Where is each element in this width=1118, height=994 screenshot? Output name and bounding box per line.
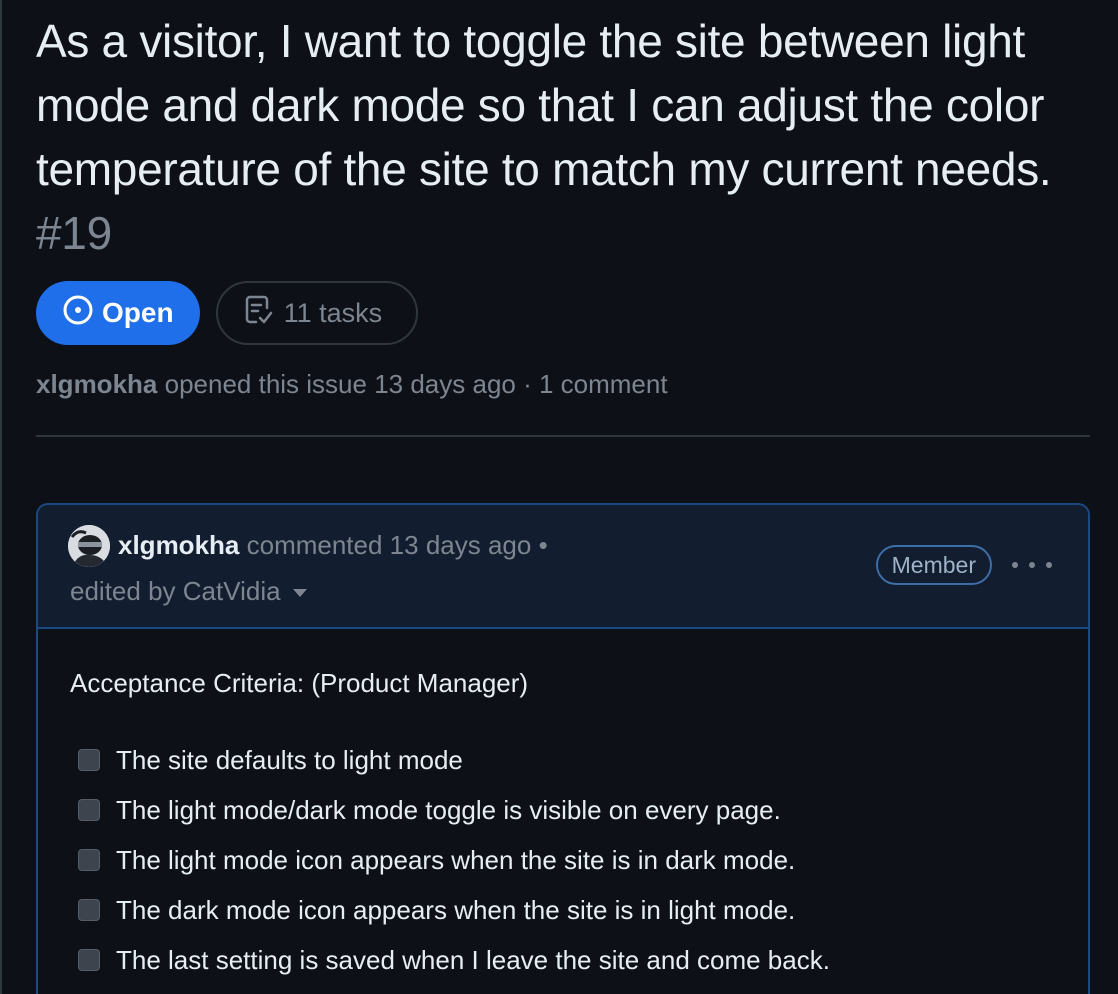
list-item: The site defaults to light mode [70,735,1056,785]
kebab-horizontal-icon[interactable] [1012,553,1052,577]
issue-meta-row: Open 11 tasks [36,281,1090,345]
list-item: The dark mode icon appears when the site… [70,885,1056,935]
state-label: Open [102,297,174,328]
comment-body: Acceptance Criteria: (Product Manager) T… [38,629,1088,985]
task-checkbox[interactable] [78,749,100,771]
comment-author-link[interactable]: xlgmokha [118,530,239,560]
role-badge: Member [875,545,992,585]
task-checkbox[interactable] [78,949,100,971]
task-label: The site defaults to light mode [116,744,463,775]
list-item: The light mode icon appears when the sit… [70,835,1056,885]
issue-number: #19 [36,207,112,259]
task-label: The last setting is saved when I leave t… [116,944,830,975]
task-label: The light mode icon appears when the sit… [116,844,796,875]
checklist-icon [244,294,284,333]
state-badge: Open [36,281,200,345]
issue-title-text: As a visitor, I want to toggle the site … [36,15,1052,195]
task-checkbox[interactable] [78,799,100,821]
issue-title: As a visitor, I want to toggle the site … [36,0,1090,265]
task-checkbox[interactable] [78,899,100,921]
tasks-button[interactable]: 11 tasks [215,281,419,345]
list-item: The last setting is saved when I leave t… [70,935,1056,985]
tasks-label: 11 tasks [283,297,383,328]
task-label: The light mode/dark mode toggle is visib… [116,794,781,825]
comment-meta: xlgmokha commented 13 days ago • [118,525,548,565]
issue-opened-text: opened this issue 13 days ago · 1 commen… [164,369,668,399]
chevron-down-icon [292,589,307,598]
issue-page: As a visitor, I want to toggle the site … [36,0,1090,994]
issue-byline: xlgmokha opened this issue 13 days ago ·… [36,367,1090,401]
edited-by-label: edited by CatVidia [70,576,281,606]
comment-header: xlgmokha commented 13 days ago • edited … [38,505,1088,629]
comment-time: commented 13 days ago • [246,530,548,560]
task-label: The dark mode icon appears when the site… [116,894,796,925]
acceptance-criteria-title: Acceptance Criteria: (Product Manager) [70,668,529,698]
list-item: The light mode/dark mode toggle is visib… [70,785,1056,835]
left-border [0,0,2,994]
comment-card: xlgmokha commented 13 days ago • edited … [36,503,1090,994]
task-list: The site defaults to light mode The ligh… [70,735,1056,985]
issue-opened-icon [62,294,102,333]
task-checkbox[interactable] [78,849,100,871]
edited-by-dropdown[interactable]: edited by CatVidia [70,571,307,611]
issue-author-link[interactable]: xlgmokha [36,369,157,399]
divider [36,435,1090,437]
avatar[interactable] [68,525,110,567]
